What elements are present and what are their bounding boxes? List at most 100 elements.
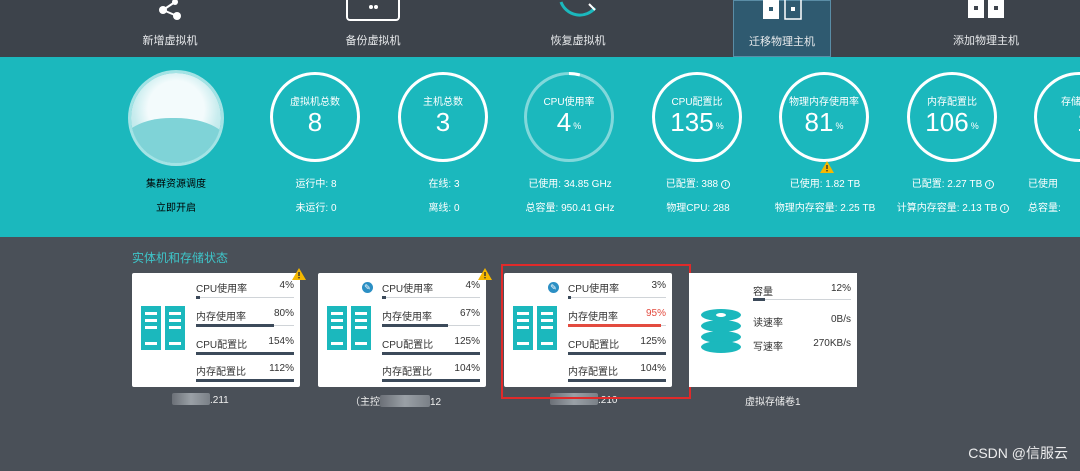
metric-bar [382, 324, 448, 327]
restore-vm-button[interactable]: 恢复虚拟机 [518, 0, 638, 57]
metric-value: 80% [273, 308, 294, 319]
add-vm-button[interactable]: 新增虚拟机 [110, 0, 230, 57]
selection-highlight [501, 264, 691, 399]
add-host-icon [968, 0, 1004, 18]
stat-value: 1 [1037, 107, 1080, 138]
stat-value: 3 [435, 107, 451, 137]
metric-track [382, 379, 480, 382]
storage-capacity-row: 容量 12% [753, 283, 851, 301]
stat-vm-total: 虚拟机总数 8 运行中: 8 未运行: 0 [256, 57, 376, 237]
metric-track [382, 296, 480, 299]
stat-line1: 已配置: 2.27 TB i [893, 175, 1013, 190]
storage-value: 270KB/s [813, 338, 851, 349]
cluster-enable-link[interactable]: 立即开启 [116, 199, 236, 214]
backup-icon [346, 0, 400, 21]
host-card[interactable]: ✎ CPU使用率 4% 内存使用率 67% CPU配置比 125% 内存配置比 104% [318, 273, 486, 387]
stat-line2: 总容量: [1028, 203, 1061, 214]
stat-line1: 在线: 3 [428, 179, 460, 190]
stat-line1: 已使用: 1.82 TB [789, 179, 861, 190]
cluster-title: 集群资源调度 [146, 179, 206, 190]
stat-title: 主机总数 [423, 97, 463, 108]
metric-track [196, 324, 294, 327]
stat-line1: 已使用 [1028, 179, 1058, 190]
migrate-host-button[interactable]: 迁移物理主机 [733, 0, 831, 57]
stat-cpu-ratio: CPU配置比 135% 已配置: 388 i 物理CPU: 288 [638, 57, 758, 237]
metric-value: 4% [279, 280, 294, 291]
metric-bar [196, 324, 275, 327]
stat-title: 内存配置比 [927, 97, 977, 108]
stat-memory-usage: 物理内存使用率 81% 已使用: 1.82 TB 物理内存容量: 2.25 TB [765, 57, 885, 237]
stat-line2: 计算内存容量: 2.13 TB i [893, 199, 1013, 214]
storage-label: 写速率 [753, 342, 783, 353]
stat-ring: CPU配置比 135% [652, 72, 742, 162]
host-card[interactable]: CPU使用率 4% 内存使用率 80% CPU配置比 154% 内存配置比 112% [132, 273, 300, 387]
info-icon[interactable]: i [985, 180, 995, 189]
stat-line1: 已使用: 34.85 GHz [528, 179, 612, 190]
info-icon[interactable]: i [721, 180, 731, 189]
metric-label: 内存配置比 [382, 367, 432, 378]
server-icon [141, 306, 185, 350]
stat-ring: 物理内存使用率 81% [779, 72, 869, 173]
metric-bar [196, 379, 294, 382]
capacity-bar [753, 298, 765, 301]
stat-value: 106% [925, 107, 979, 137]
backup-vm-label: 备份虚拟机 [345, 35, 401, 47]
stat-title: 物理内存使用率 [789, 97, 859, 108]
metric-value: 104% [454, 363, 480, 374]
metric-track [382, 324, 480, 327]
add-host-button[interactable]: 添加物理主机 [926, 0, 1046, 57]
metric-value: 154% [268, 336, 294, 347]
storage-write-row: 写速率 270KB/s [753, 338, 851, 353]
backup-vm-button[interactable]: 备份虚拟机 [313, 0, 433, 57]
migrate-icon [763, 0, 802, 20]
metric-value: 112% [269, 363, 294, 374]
metric-track [382, 352, 480, 355]
restore-icon [559, 1, 597, 17]
wrench-icon[interactable]: ✎ [362, 282, 373, 293]
toolbar: 新增虚拟机 备份虚拟机 恢复虚拟机 迁移物理主机 添加物理主机 [0, 0, 1080, 57]
host-caption: （主控 12 [350, 395, 442, 408]
storage-card[interactable]: 容量 12% 读速率 0B/s 写速率 270KB/s [689, 273, 857, 387]
stat-value: 4% [556, 107, 582, 137]
metric-bar [196, 296, 200, 299]
stat-title: 虚拟机总数 [290, 97, 340, 108]
stat-line2: 未运行: 0 [295, 203, 337, 214]
watermark: CSDN @信服云 [968, 445, 1068, 461]
metric-track [196, 296, 294, 299]
metric-bar [382, 296, 386, 299]
add-host-label: 添加物理主机 [953, 35, 1019, 47]
metric-label: CPU使用率 [382, 284, 434, 295]
stat-cpu-usage: CPU使用率 4% 已使用: 34.85 GHz 总容量: 950.41 GHz [510, 57, 630, 237]
stat-ring: 虚拟机总数 8 [270, 72, 360, 162]
storage-label: 容量 [753, 287, 773, 298]
metric-bar [382, 379, 480, 382]
migrate-host-label: 迁移物理主机 [749, 36, 815, 48]
stat-line2: 物理CPU: 288 [666, 203, 730, 214]
metric-value: 4% [465, 280, 480, 291]
warning-icon [820, 161, 834, 173]
host-caption: .211 [172, 393, 229, 406]
warning-icon [292, 268, 306, 280]
redacted-ip [172, 393, 210, 405]
metric-label: 内存使用率 [382, 312, 432, 323]
restore-vm-label: 恢复虚拟机 [550, 35, 606, 47]
stats-band: 集群资源调度 立即开启 虚拟机总数 8 运行中: 8 未运行: 0 主机总数 3… [0, 57, 1080, 237]
metric-value: 67% [459, 308, 480, 319]
stat-memory-ratio: 内存配置比 106% 已配置: 2.27 TB i 计算内存容量: 2.13 TB… [893, 57, 1013, 237]
redacted-ip [380, 395, 430, 407]
metric-label: 内存配置比 [196, 367, 246, 378]
stat-title: 存储 [1061, 97, 1080, 108]
metric-track [196, 379, 294, 382]
stat-line2: 离线: 0 [428, 203, 460, 214]
stat-title: CPU使用率 [543, 97, 595, 108]
stat-title: CPU配置比 [671, 97, 723, 108]
metric-bar [382, 352, 480, 355]
storage-value: 12% [830, 283, 851, 294]
metric-label: 内存使用率 [196, 312, 246, 323]
stat-ring: 存储 1 [1034, 72, 1080, 162]
stat-value: 81% [804, 107, 844, 137]
metric-track [196, 352, 294, 355]
add-vm-label: 新增虚拟机 [142, 35, 198, 47]
info-icon[interactable]: i [1000, 204, 1010, 213]
stat-ring: 主机总数 3 [398, 72, 488, 162]
